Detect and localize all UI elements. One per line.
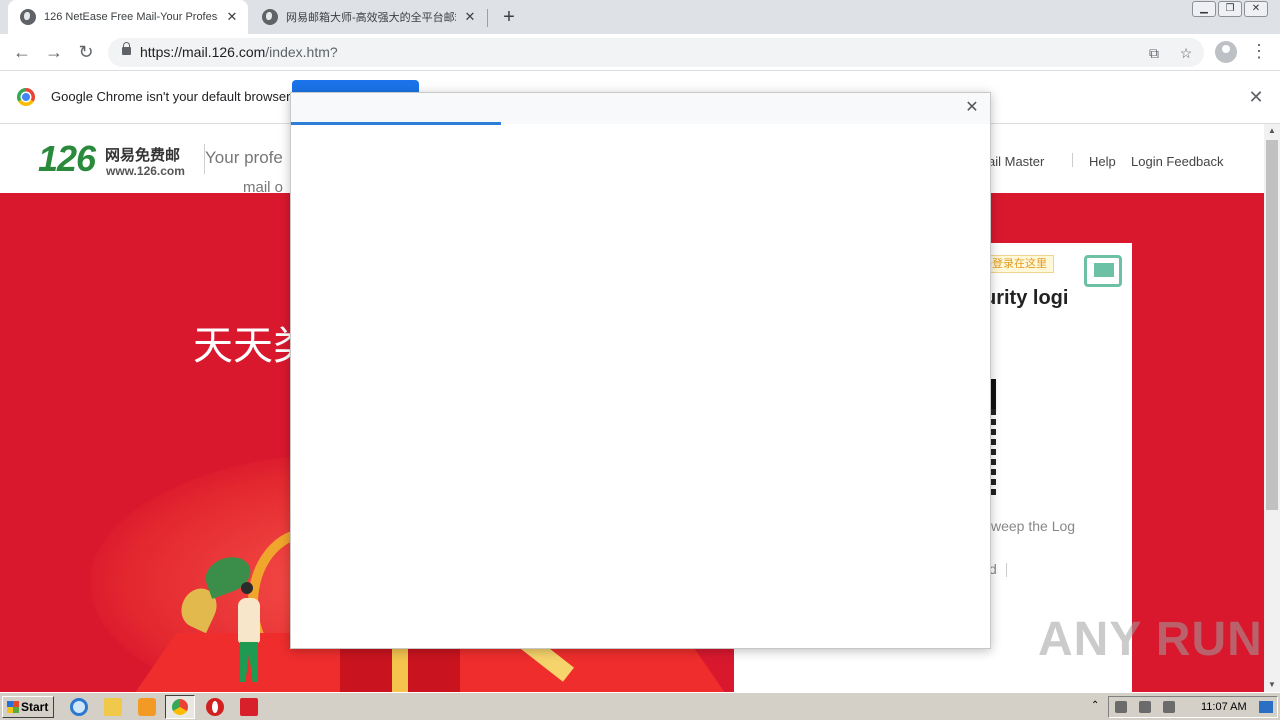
action-center-flag-icon[interactable] [1163,701,1175,713]
logo-cn: 网易免费邮 [105,147,181,164]
restore-icon[interactable]: ❐ [1218,1,1242,17]
app-red-icon[interactable] [240,698,258,716]
tab-title: 网易邮箱大师-高效强大的全平台邮箱 [286,12,456,24]
dialog-progress-fill [291,122,501,125]
start-label: Start [21,700,49,714]
header-link-help[interactable]: Help [1089,154,1116,169]
illustration-gift-ribbon [392,643,408,692]
url-host: https://mail.126.com [140,44,266,60]
profile-avatar-icon[interactable] [1215,41,1237,63]
login-card-title: urity logi [984,287,1069,309]
internet-explorer-icon[interactable] [70,698,88,716]
tab-mail-master[interactable]: 网易邮箱大师-高效强大的全平台邮箱 ✕ [250,0,486,34]
file-explorer-icon[interactable] [104,698,122,716]
lock-icon [122,42,131,55]
logo-number[interactable]: 126 [38,138,96,180]
new-tab-button[interactable]: + [498,6,520,28]
tab-close-icon[interactable]: ✕ [224,9,240,25]
tab-126-mail[interactable]: 126 NetEase Free Mail-Your Professional … [8,0,248,34]
system-tray: ⌃ 11:07 AM [1091,696,1278,718]
dialog-progress-bar [291,122,990,125]
close-icon[interactable]: ✕ [1244,1,1268,17]
tab-strip: 126 NetEase Free Mail-Your Professional … [0,0,1280,34]
browser-toolbar: ← → ↻ https://mail.126.com/index.htm? ⧉ … [0,34,1280,71]
scroll-thumb[interactable] [1266,140,1278,510]
dialog-close-icon[interactable]: ✕ [962,98,982,118]
windows-flag-icon [7,701,19,713]
anyrun-watermark: ANY RUN [1038,613,1263,666]
globe-icon [262,9,278,25]
url-path: /index.htm? [265,44,338,60]
qr-scan-hint: sweep the Log [984,518,1076,534]
tab-separator [487,9,488,27]
page-scrollbar[interactable]: ▲ ▼ [1264,124,1280,692]
windows-taskbar: Start ⌃ 11:07 AM [0,692,1280,720]
header-link-login-feedback[interactable]: Login Feedback [1131,154,1224,169]
chrome-logo-icon [17,88,35,106]
volume-icon[interactable] [1139,701,1151,713]
taskbar-clock[interactable]: 11:07 AM [1201,701,1247,713]
logo-url: www.126.com [106,164,185,178]
scroll-down-arrow-icon[interactable]: ▼ [1264,678,1280,692]
url-text: https://mail.126.com/index.htm? [140,44,338,60]
start-button[interactable]: Start [2,696,54,718]
illustration-person-head [241,582,253,594]
header-link-mail-master[interactable]: ail Master [988,154,1044,169]
media-player-icon[interactable] [138,698,156,716]
window-controls: ▁ ❐ ✕ [1192,1,1268,17]
tray-expand-icon[interactable]: ⌃ [1091,700,1099,711]
slogan-line-1: Your profe [205,148,283,167]
dialog-header: ✕ [291,93,990,124]
translate-icon[interactable]: ⧉ [1144,43,1164,63]
address-bar[interactable]: https://mail.126.com/index.htm? ⧉ ☆ [108,38,1204,67]
chrome-menu-icon[interactable]: ⋮ [1250,40,1268,64]
header-separator [1072,153,1073,167]
reload-icon[interactable]: ↻ [74,40,98,64]
illustration-person-body [238,598,260,643]
taskbar-chrome-button[interactable] [165,695,195,719]
tab-close-icon[interactable]: ✕ [462,9,478,25]
show-desktop-icon[interactable] [1259,701,1273,713]
loading-dialog: ✕ [290,92,991,649]
forward-arrow-icon[interactable]: → [42,40,66,64]
tab-title: 126 NetEase Free Mail-Your Professional [44,11,218,23]
qr-toggle-icon[interactable] [1084,255,1122,287]
globe-icon [20,9,36,25]
opera-icon[interactable] [206,698,224,716]
bookmark-star-icon[interactable]: ☆ [1176,43,1196,63]
login-card-link-separator [1006,563,1007,577]
back-arrow-icon[interactable]: ← [10,40,34,64]
chrome-icon [172,699,188,715]
minimize-icon[interactable]: ▁ [1192,1,1216,17]
infobar-message: Google Chrome isn't your default browser [51,89,291,104]
infobar-close-icon[interactable]: ✕ [1246,87,1266,107]
scroll-up-arrow-icon[interactable]: ▲ [1264,124,1280,138]
network-icon[interactable] [1115,701,1127,713]
